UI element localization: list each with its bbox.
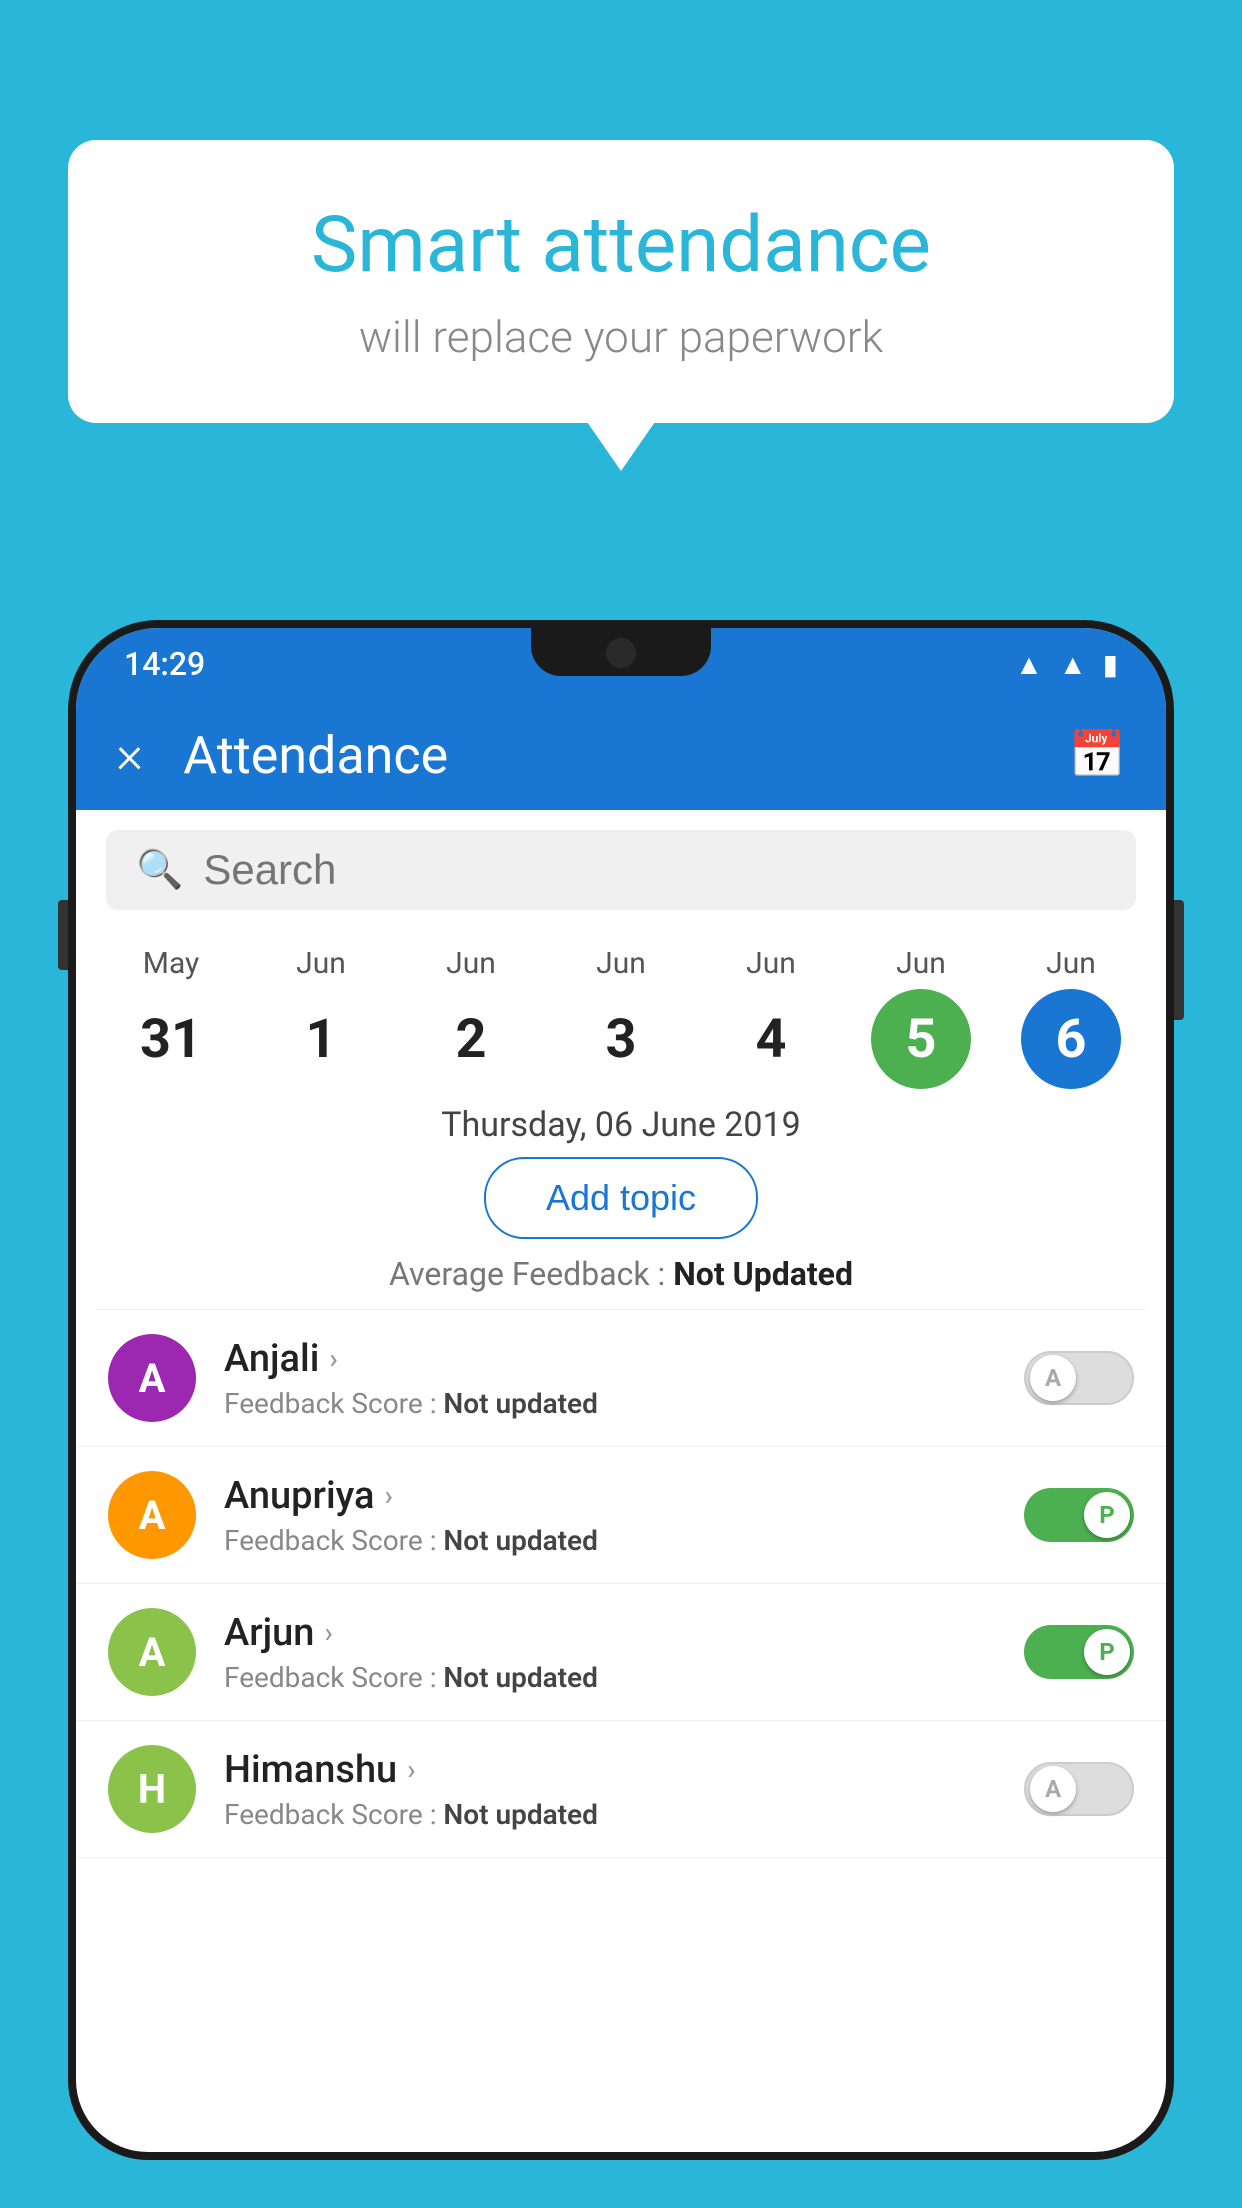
toggle-arjun[interactable]: P <box>1024 1625 1134 1679</box>
student-name-himanshu: Himanshu › <box>224 1748 996 1792</box>
date-month-1: Jun <box>296 946 346 981</box>
toggle-thumb-anjali: A <box>1030 1355 1076 1401</box>
chevron-icon: › <box>329 1342 337 1375</box>
side-button-right <box>1174 900 1184 1020</box>
student-name-anjali: Anjali › <box>224 1337 996 1381</box>
feedback-score-anupriya: Feedback Score : Not updated <box>224 1524 996 1557</box>
date-cell-jun5[interactable]: Jun 5 <box>861 946 981 1089</box>
avatar-anjali: A <box>108 1334 196 1422</box>
phone-outer: 14:29 ▲ ▲ ▮ × Attendance 📅 🔍 <box>68 620 1174 2160</box>
speech-bubble-container: Smart attendance will replace your paper… <box>68 140 1174 423</box>
student-info-anjali: Anjali › Feedback Score : Not updated <box>224 1337 996 1420</box>
status-icons: ▲ ▲ ▮ <box>1015 648 1118 681</box>
toggle-anjali[interactable]: A <box>1024 1351 1134 1405</box>
toggle-anupriya[interactable]: P <box>1024 1488 1134 1542</box>
date-number-6: 6 <box>1021 989 1121 1089</box>
wifi-icon: ▲ <box>1015 648 1043 681</box>
date-month-3: Jun <box>596 946 646 981</box>
student-list: A Anjali › Feedback Score : Not updated … <box>76 1310 1166 1858</box>
side-button-left <box>58 900 68 970</box>
date-number-5: 5 <box>871 989 971 1089</box>
date-cell-jun4[interactable]: Jun 4 <box>711 946 831 1089</box>
feedback-score-anjali: Feedback Score : Not updated <box>224 1387 996 1420</box>
speech-bubble: Smart attendance will replace your paper… <box>68 140 1174 423</box>
speech-bubble-title: Smart attendance <box>148 200 1094 291</box>
feedback-score-arjun: Feedback Score : Not updated <box>224 1661 996 1694</box>
battery-icon: ▮ <box>1103 648 1118 681</box>
search-icon: 🔍 <box>136 848 183 892</box>
avatar-anupriya: A <box>108 1471 196 1559</box>
date-cell-jun1[interactable]: Jun 1 <box>261 946 381 1089</box>
date-row: May 31 Jun 1 Jun 2 Jun 3 Jun 4 <box>76 930 1166 1089</box>
date-cell-jun3[interactable]: Jun 3 <box>561 946 681 1089</box>
app-bar-title: Attendance <box>183 725 1028 786</box>
student-info-anupriya: Anupriya › Feedback Score : Not updated <box>224 1474 996 1557</box>
signal-icon: ▲ <box>1059 648 1087 681</box>
date-cell-may31[interactable]: May 31 <box>111 946 231 1089</box>
date-number-2: 2 <box>421 989 521 1089</box>
date-cell-jun6[interactable]: Jun 6 <box>1011 946 1131 1089</box>
date-month-6: Jun <box>1046 946 1096 981</box>
student-row[interactable]: A Arjun › Feedback Score : Not updated P <box>76 1584 1166 1721</box>
student-name-anupriya: Anupriya › <box>224 1474 996 1518</box>
date-month-0: May <box>143 946 199 981</box>
toggle-thumb-arjun: P <box>1084 1629 1130 1675</box>
selected-date-label: Thursday, 06 June 2019 <box>76 1089 1166 1157</box>
student-info-himanshu: Himanshu › Feedback Score : Not updated <box>224 1748 996 1831</box>
avatar-arjun: A <box>108 1608 196 1696</box>
student-row[interactable]: A Anupriya › Feedback Score : Not update… <box>76 1447 1166 1584</box>
status-time: 14:29 <box>124 645 205 683</box>
chevron-icon: › <box>407 1753 415 1786</box>
speech-bubble-subtitle: will replace your paperwork <box>148 311 1094 363</box>
date-number-0: 31 <box>121 989 221 1089</box>
phone-mockup: 14:29 ▲ ▲ ▮ × Attendance 📅 🔍 <box>68 620 1174 2208</box>
phone-notch <box>531 620 711 676</box>
date-number-1: 1 <box>271 989 371 1089</box>
avg-feedback-value: Not Updated <box>673 1255 853 1293</box>
avg-feedback: Average Feedback : Not Updated <box>76 1255 1166 1309</box>
student-name-arjun: Arjun › <box>224 1611 996 1655</box>
chevron-icon: › <box>384 1479 392 1512</box>
toggle-thumb-himanshu: A <box>1030 1766 1076 1812</box>
close-button[interactable]: × <box>116 729 143 781</box>
date-number-4: 4 <box>721 989 821 1089</box>
date-cell-jun2[interactable]: Jun 2 <box>411 946 531 1089</box>
toggle-himanshu[interactable]: A <box>1024 1762 1134 1816</box>
feedback-score-himanshu: Feedback Score : Not updated <box>224 1798 996 1831</box>
student-row[interactable]: H Himanshu › Feedback Score : Not update… <box>76 1721 1166 1858</box>
date-month-2: Jun <box>446 946 496 981</box>
search-input[interactable] <box>203 846 1106 894</box>
chevron-icon: › <box>324 1616 332 1649</box>
avatar-himanshu: H <box>108 1745 196 1833</box>
date-month-4: Jun <box>746 946 796 981</box>
student-info-arjun: Arjun › Feedback Score : Not updated <box>224 1611 996 1694</box>
avg-feedback-label: Average Feedback : <box>389 1255 673 1293</box>
phone-screen: 14:29 ▲ ▲ ▮ × Attendance 📅 🔍 <box>76 628 1166 2152</box>
add-topic-button[interactable]: Add topic <box>484 1157 758 1239</box>
date-number-3: 3 <box>571 989 671 1089</box>
student-row[interactable]: A Anjali › Feedback Score : Not updated … <box>76 1310 1166 1447</box>
search-bar[interactable]: 🔍 <box>106 830 1136 910</box>
toggle-thumb-anupriya: P <box>1084 1492 1130 1538</box>
calendar-icon[interactable]: 📅 <box>1069 728 1126 782</box>
app-bar: × Attendance 📅 <box>76 700 1166 810</box>
camera <box>606 638 636 668</box>
date-month-5: Jun <box>896 946 946 981</box>
